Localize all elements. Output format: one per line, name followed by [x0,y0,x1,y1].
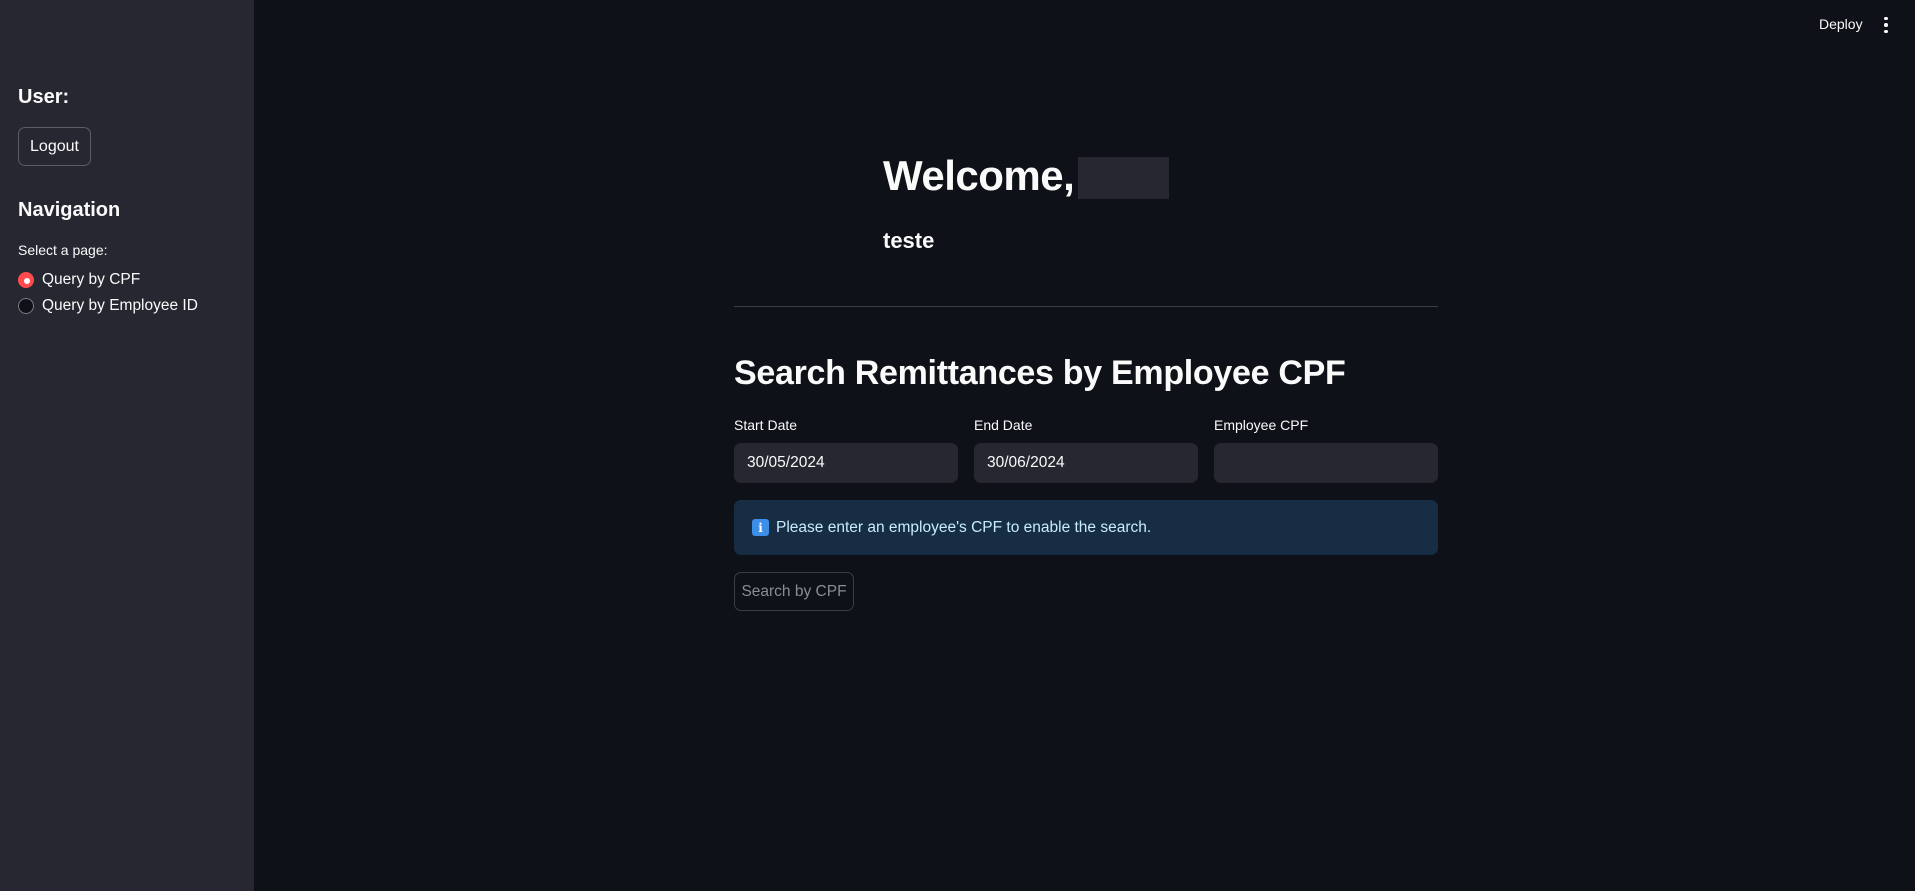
start-date-input[interactable] [734,443,958,483]
sidebar: User: Logout Navigation Select a page: Q… [0,0,254,891]
radio-option-query-by-cpf[interactable]: Query by CPF [18,271,140,289]
divider [734,306,1438,307]
sidebar-user-heading: User: [18,86,70,108]
start-date-label: Start Date [734,417,798,433]
deploy-button[interactable]: Deploy [1819,16,1863,32]
section-title: Search Remittances by Employee CPF [734,354,1346,392]
welcome-subtitle: teste [883,228,935,253]
radio-option-label: Query by CPF [42,271,141,288]
radio-option-label: Query by Employee ID [42,297,198,314]
logout-button[interactable]: Logout [18,127,91,166]
search-by-cpf-button[interactable]: Search by CPF [734,572,854,611]
app-root: User: Logout Navigation Select a page: Q… [0,0,1915,891]
info-alert: i Please enter an employee's CPF to enab… [734,500,1438,555]
menu-dot [1884,16,1888,21]
end-date-label: End Date [974,417,1033,433]
info-icon: i [752,519,769,536]
end-date-input[interactable] [974,443,1198,483]
menu-dot [1884,23,1888,27]
sidebar-navigation-heading: Navigation [18,199,121,221]
employee-cpf-input[interactable] [1214,443,1438,483]
radio-unchecked-icon[interactable] [18,298,34,314]
employee-cpf-label: Employee CPF [1214,417,1309,433]
radio-checked-icon[interactable] [18,272,34,288]
redacted-username [1078,157,1169,199]
menu-dot [1884,29,1888,34]
radio-option-query-by-employee-id[interactable]: Query by Employee ID [18,297,198,315]
welcome-heading: Welcome, [883,152,1075,199]
page-select-label: Select a page: [18,242,108,258]
info-message: Please enter an employee's CPF to enable… [776,518,1152,536]
kebab-menu-icon[interactable] [1879,14,1893,36]
